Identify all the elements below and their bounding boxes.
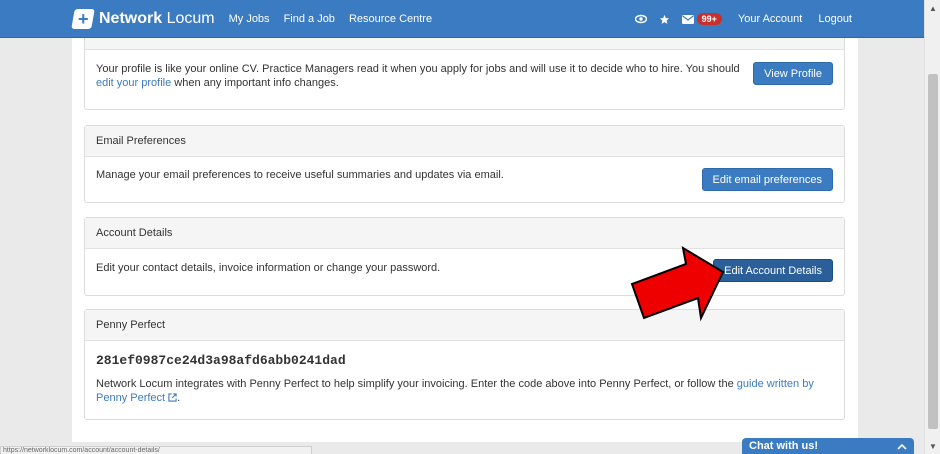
brand-name: Network Locum bbox=[99, 9, 215, 27]
chat-widget-button[interactable]: Chat with us! bbox=[742, 438, 914, 454]
messages-count-badge: 99+ bbox=[696, 13, 722, 25]
view-profile-button[interactable]: View Profile bbox=[753, 62, 833, 85]
red-pointer-arrow-annotation bbox=[630, 245, 725, 322]
email-preferences-panel: Email Preferences Manage your email pref… bbox=[84, 125, 845, 203]
page-scrollbar[interactable]: ▲ ▼ bbox=[924, 0, 940, 454]
edit-email-preferences-button[interactable]: Edit email preferences bbox=[701, 168, 833, 191]
external-link-icon bbox=[168, 393, 177, 402]
brand-logo-link[interactable]: + Network Locum bbox=[71, 0, 215, 38]
profile-description: Your profile is like your online CV. Pra… bbox=[96, 63, 740, 89]
eye-icon[interactable] bbox=[634, 14, 647, 24]
edit-profile-link[interactable]: edit your profile bbox=[96, 77, 171, 89]
nav-logout[interactable]: Logout bbox=[818, 13, 852, 25]
chevron-up-icon bbox=[897, 443, 907, 450]
scroll-down-arrow-icon[interactable]: ▼ bbox=[925, 438, 940, 454]
account-page-container: Your Profile Your profile is like your o… bbox=[72, 18, 858, 442]
scrollbar-thumb[interactable] bbox=[928, 74, 938, 429]
nav-resource-centre[interactable]: Resource Centre bbox=[349, 13, 432, 25]
chat-label: Chat with us! bbox=[749, 440, 819, 452]
nav-your-account[interactable]: Your Account bbox=[738, 13, 802, 25]
penny-perfect-code: 281ef0987ce24d3a98afd6abb0241dad bbox=[96, 353, 346, 368]
star-icon[interactable] bbox=[659, 14, 670, 25]
nav-find-a-job[interactable]: Find a Job bbox=[284, 13, 335, 25]
browser-status-url: https://networklocum.com/account/account… bbox=[0, 446, 312, 454]
messages-envelope-icon[interactable]: 99+ bbox=[681, 13, 722, 25]
scroll-up-arrow-icon[interactable]: ▲ bbox=[925, 0, 940, 16]
top-navbar: + Network Locum My Jobs Find a Job Resou… bbox=[0, 0, 924, 38]
nav-my-jobs[interactable]: My Jobs bbox=[229, 13, 270, 25]
network-locum-logo-icon: + bbox=[71, 8, 95, 29]
penny-perfect-description: Network Locum integrates with Penny Perf… bbox=[96, 378, 814, 404]
email-preferences-title: Email Preferences bbox=[85, 126, 844, 157]
